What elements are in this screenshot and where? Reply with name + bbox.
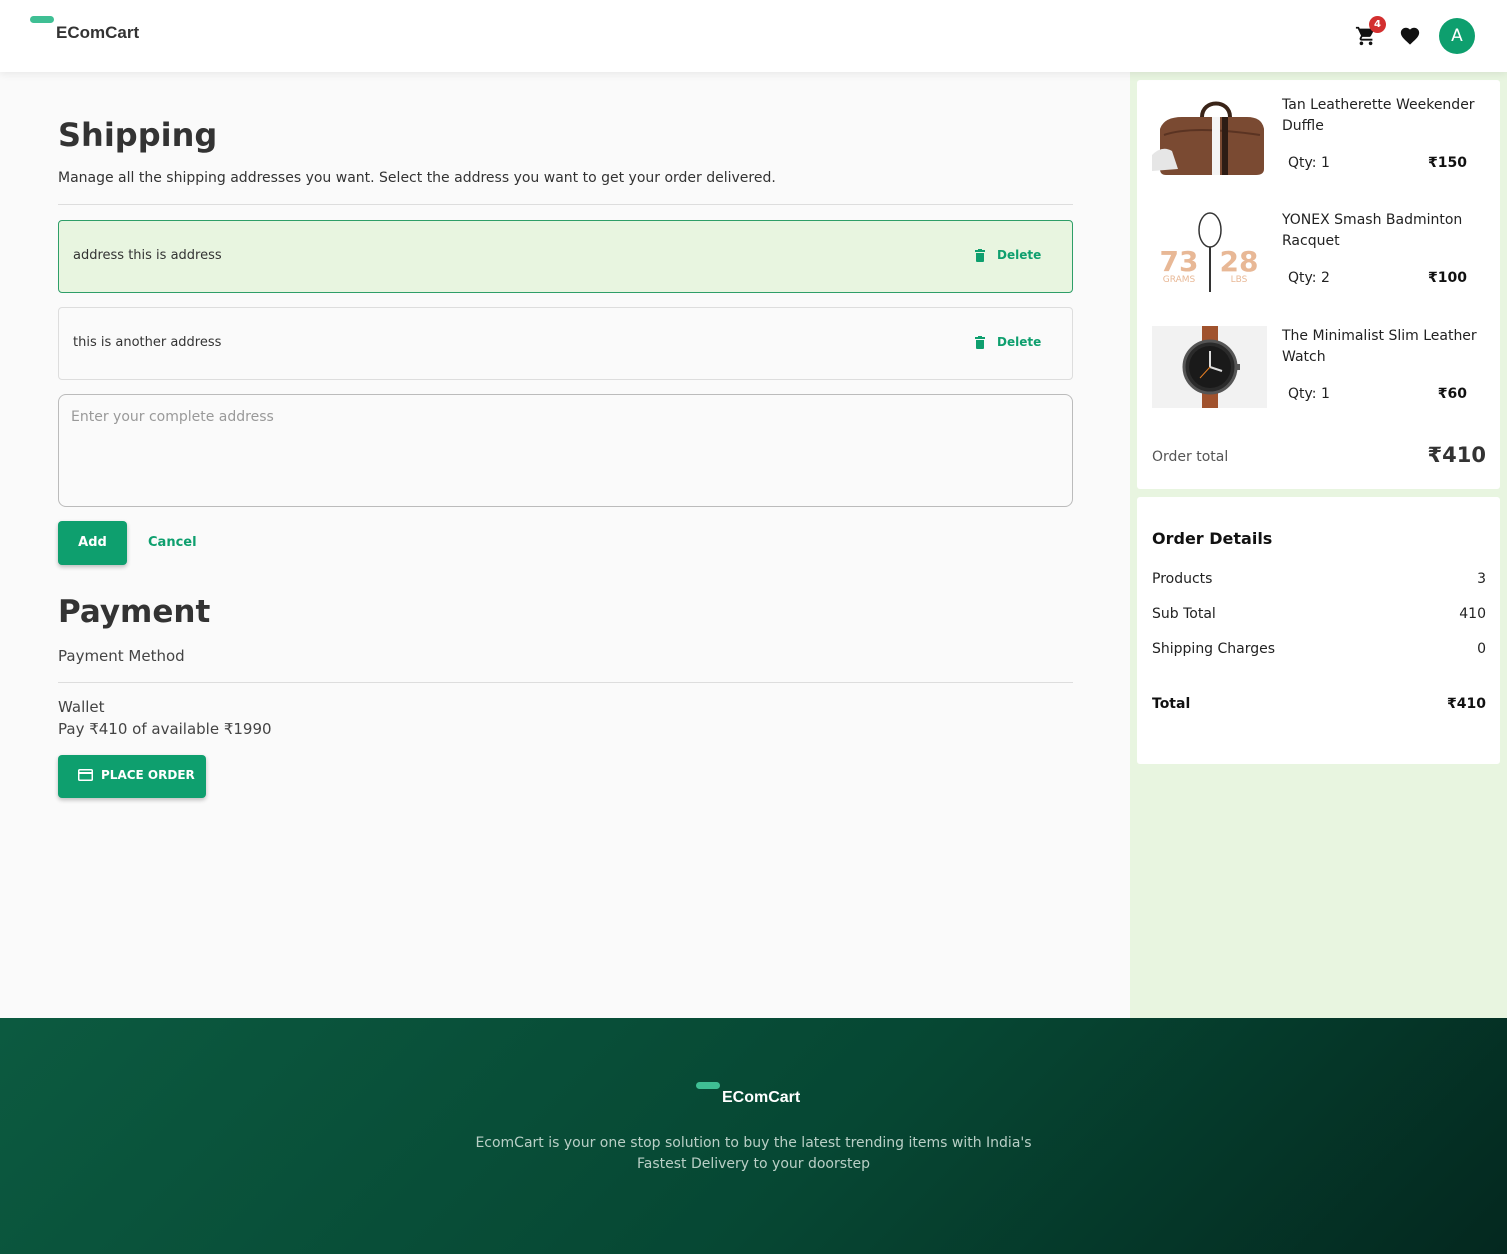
divider (58, 682, 1073, 683)
cart-item-qty: Qty: 1 (1288, 386, 1330, 402)
products-label: Products (1152, 571, 1213, 587)
subtotal-label: Sub Total (1152, 606, 1216, 622)
subtotal-value: 410 (1459, 606, 1486, 622)
cart-item-name: The Minimalist Slim Leather Watch (1282, 328, 1477, 365)
footer: EComCart EcomCart is your one stop solut… (0, 1018, 1507, 1254)
svg-text:LBS: LBS (1231, 275, 1248, 285)
payment-title: Payment (58, 594, 211, 630)
delete-label: Delete (997, 335, 1042, 349)
address-text: address this is address (73, 248, 222, 263)
cart-item-qty: Qty: 2 (1288, 270, 1330, 286)
shipping-charges-value: 0 (1477, 641, 1486, 657)
wallet-pay-text: Pay ₹410 of available ₹1990 (58, 720, 272, 738)
order-details-title: Order Details (1152, 529, 1273, 548)
trash-icon (975, 249, 985, 262)
svg-text:73: 73 (1160, 245, 1199, 278)
cancel-button[interactable]: Cancel (148, 535, 197, 550)
footer-tagline: EcomCart is your one stop solution to bu… (475, 1135, 1032, 1172)
address-text: this is another address (73, 335, 222, 350)
place-order-label: PLACE ORDER (101, 768, 195, 782)
wallet-label: Wallet (58, 698, 105, 716)
logo-mark (30, 16, 54, 23)
order-total-label: Order total (1152, 449, 1229, 465)
cart-count-badge: 4 (1369, 16, 1386, 33)
user-avatar[interactable]: A (1439, 18, 1475, 54)
total-label: Total (1152, 696, 1191, 712)
divider (58, 204, 1073, 205)
delete-label: Delete (997, 248, 1042, 262)
svg-text:28: 28 (1220, 245, 1259, 278)
trash-icon (975, 336, 985, 349)
shipping-description: Manage all the shipping addresses you wa… (58, 170, 776, 186)
cart-item-qty: Qty: 1 (1288, 155, 1330, 171)
address-card[interactable]: this is another address Delete (58, 307, 1073, 380)
cart-item[interactable]: The Minimalist Slim Leather Watch Qty: 1… (1152, 326, 1492, 426)
duffle-bag-image (1152, 95, 1267, 177)
total-value: ₹410 (1447, 696, 1486, 712)
cart-items-card: Tan Leatherette Weekender Duffle Qty: 1 … (1137, 80, 1500, 489)
order-total-value: ₹410 (1427, 443, 1486, 467)
order-details-card: Order Details Products 3 Sub Total 410 S… (1137, 497, 1500, 764)
add-address-button[interactable]: Add (58, 521, 127, 565)
cart-item[interactable]: Tan Leatherette Weekender Duffle Qty: 1 … (1152, 95, 1492, 195)
logo-mark (696, 1082, 720, 1089)
cart-item-price: ₹100 (1428, 270, 1467, 286)
cart-item-name: YONEX Smash Badminton Racquet (1282, 212, 1463, 249)
cart-item-price: ₹150 (1428, 155, 1467, 171)
footer-logo-text: EComCart (722, 1089, 801, 1106)
products-value: 3 (1477, 571, 1486, 587)
order-summary-sidebar: Tan Leatherette Weekender Duffle Qty: 1 … (1130, 72, 1507, 1018)
logo-text: EComCart (56, 23, 140, 42)
svg-text:GRAMS: GRAMS (1163, 275, 1196, 285)
address-card-selected[interactable]: address this is address Delete (58, 220, 1073, 293)
cart-item-name: Tan Leatherette Weekender Duffle (1282, 97, 1475, 134)
top-header: EComCart 4 A (0, 0, 1507, 72)
shipping-title: Shipping (58, 116, 218, 154)
cart-item[interactable]: 73 GRAMS 28 LBS YONEX Smash Badminton Ra… (1152, 210, 1492, 310)
address-input[interactable] (58, 394, 1073, 507)
heart-icon (1400, 27, 1420, 45)
badminton-racquet-image: 73 GRAMS 28 LBS (1152, 210, 1267, 292)
wishlist-button[interactable] (1398, 25, 1422, 47)
shipping-charges-label: Shipping Charges (1152, 641, 1276, 657)
place-order-button[interactable]: PLACE ORDER (58, 755, 206, 798)
payment-method-label: Payment Method (58, 647, 185, 665)
cart-item-price: ₹60 (1437, 386, 1467, 402)
watch-image (1152, 326, 1267, 408)
credit-card-icon (78, 769, 93, 781)
